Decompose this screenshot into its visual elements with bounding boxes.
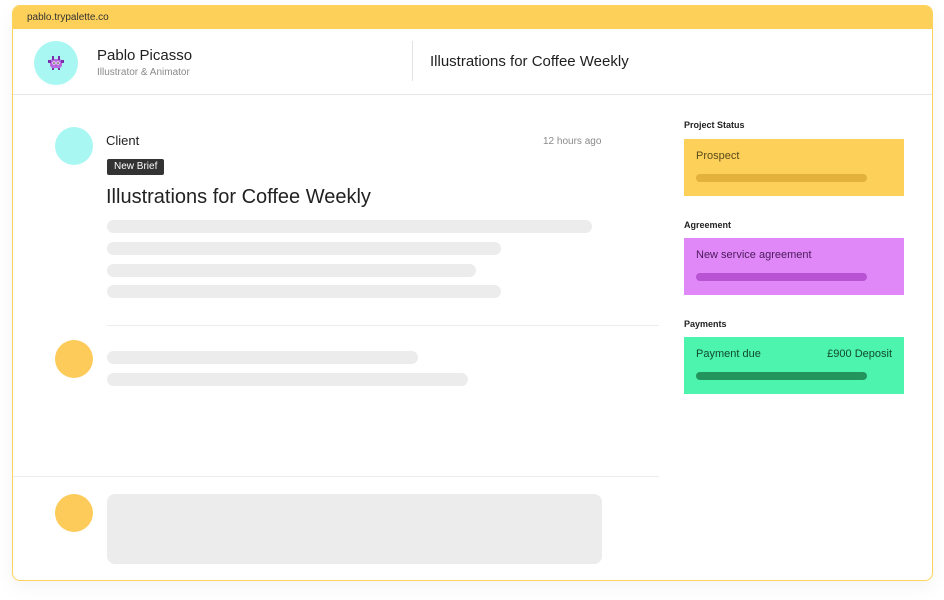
payments-amount: £900 Deposit xyxy=(827,348,892,360)
agreement-label: Agreement xyxy=(684,220,732,230)
composer-avatar xyxy=(55,494,93,532)
brief-title: Illustrations for Coffee Weekly xyxy=(106,186,371,208)
app-window: pablo.trypalette.co Pablo Picasso Illust… xyxy=(12,5,933,581)
project-status-value: Prospect xyxy=(696,150,740,162)
header-divider xyxy=(412,41,413,81)
avatar[interactable] xyxy=(34,41,78,85)
payments-card[interactable]: Payment due £900 Deposit xyxy=(684,337,904,394)
payments-label: Payments xyxy=(684,319,727,329)
message-timestamp: 12 hours ago xyxy=(543,136,602,147)
progress-bar xyxy=(696,372,867,380)
message-divider xyxy=(107,325,659,326)
progress-bar xyxy=(696,273,867,281)
agreement-card[interactable]: New service agreement xyxy=(684,238,904,295)
url-bar[interactable]: pablo.trypalette.co xyxy=(13,6,932,29)
reply-input[interactable] xyxy=(107,494,602,564)
client-avatar[interactable] xyxy=(55,127,93,165)
status-badge: New Brief xyxy=(107,159,165,175)
project-status-label: Project Status xyxy=(684,120,745,130)
user-avatar[interactable] xyxy=(55,340,93,378)
text-placeholder-line xyxy=(107,351,418,364)
composer-divider xyxy=(13,476,659,477)
header: Pablo Picasso Illustrator & Animator Ill… xyxy=(13,29,932,95)
payments-value: Payment due xyxy=(696,348,761,360)
page-title: Illustrations for Coffee Weekly xyxy=(430,53,629,70)
text-placeholder-line xyxy=(107,264,476,277)
text-placeholder-line xyxy=(107,373,468,386)
agreement-value: New service agreement xyxy=(696,249,812,261)
message-author: Client xyxy=(106,133,140,148)
project-status-card[interactable]: Prospect xyxy=(684,139,904,196)
progress-bar xyxy=(696,174,867,182)
profile-name: Pablo Picasso xyxy=(97,47,193,64)
text-placeholder-line xyxy=(107,285,501,298)
profile-role: Illustrator & Animator xyxy=(97,67,190,78)
monster-icon xyxy=(48,56,64,70)
text-placeholder-line xyxy=(107,220,592,233)
text-placeholder-line xyxy=(107,242,501,255)
